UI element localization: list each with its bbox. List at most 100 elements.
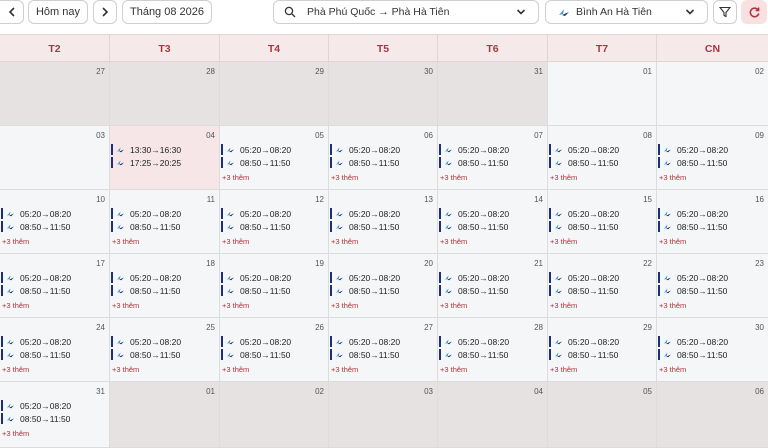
- more-trips-link[interactable]: +3 thêm: [440, 173, 467, 182]
- trip-item[interactable]: 08:50→11:50: [221, 221, 290, 232]
- day-cell[interactable]: 07 05:20→08:20 08:50→11:50 +3 thêm: [438, 126, 548, 190]
- trip-item[interactable]: 08:50→11:50: [658, 157, 727, 168]
- more-trips-link[interactable]: +3 thêm: [440, 301, 467, 310]
- trip-item[interactable]: 08:50→11:50: [658, 285, 727, 296]
- trip-item[interactable]: 05:20→08:20: [549, 336, 619, 347]
- day-cell[interactable]: 23 05:20→08:20 08:50→11:50 +3 thêm: [657, 254, 768, 318]
- trip-item[interactable]: 08:50→11:50: [111, 349, 180, 360]
- day-cell[interactable]: 15 05:20→08:20 08:50→11:50 +3 thêm: [548, 190, 657, 254]
- trip-item[interactable]: 05:20→08:20: [658, 272, 728, 283]
- trip-item[interactable]: 08:50→11:50: [439, 285, 508, 296]
- trip-item[interactable]: 08:50→11:50: [439, 157, 508, 168]
- trip-item[interactable]: 17:25→20:25: [111, 157, 181, 168]
- trip-item[interactable]: 05:20→08:20: [549, 272, 619, 283]
- trip-item[interactable]: 08:50→11:50: [549, 157, 618, 168]
- more-trips-link[interactable]: +3 thêm: [2, 237, 29, 246]
- trip-item[interactable]: 05:20→08:20: [549, 208, 619, 219]
- more-trips-link[interactable]: +3 thêm: [440, 237, 467, 246]
- trip-item[interactable]: 08:50→11:50: [658, 221, 727, 232]
- trip-item[interactable]: 05:20→08:20: [658, 336, 728, 347]
- trip-item[interactable]: 05:20→08:20: [1, 208, 71, 219]
- trip-item[interactable]: 08:50→11:50: [549, 221, 618, 232]
- more-trips-link[interactable]: +3 thêm: [2, 301, 29, 310]
- day-cell[interactable]: 17 05:20→08:20 08:50→11:50 +3 thêm: [0, 254, 110, 318]
- more-trips-link[interactable]: +3 thêm: [331, 301, 358, 310]
- more-trips-link[interactable]: +3 thêm: [659, 301, 686, 310]
- day-cell[interactable]: 27: [0, 62, 110, 126]
- trip-item[interactable]: 08:50→11:50: [1, 349, 70, 360]
- day-cell[interactable]: 05: [548, 382, 657, 448]
- day-cell[interactable]: 20 05:20→08:20 08:50→11:50 +3 thêm: [329, 254, 438, 318]
- trip-item[interactable]: 05:20→08:20: [439, 208, 509, 219]
- trip-item[interactable]: 08:50→11:50: [330, 221, 399, 232]
- previous-month-button[interactable]: [0, 0, 24, 24]
- trip-item[interactable]: 08:50→11:50: [1, 413, 70, 424]
- day-cell[interactable]: 31 05:20→08:20 08:50→11:50 +3 thêm: [0, 382, 110, 448]
- day-cell[interactable]: 16 05:20→08:20 08:50→11:50 +3 thêm: [657, 190, 768, 254]
- trip-item[interactable]: 05:20→08:20: [111, 272, 181, 283]
- day-cell[interactable]: 27 05:20→08:20 08:50→11:50 +3 thêm: [329, 318, 438, 382]
- trip-item[interactable]: 05:20→08:20: [439, 272, 509, 283]
- more-trips-link[interactable]: +3 thêm: [222, 365, 249, 374]
- day-cell[interactable]: 14 05:20→08:20 08:50→11:50 +3 thêm: [438, 190, 548, 254]
- trip-item[interactable]: 13:30→16:30: [111, 144, 181, 155]
- trip-item[interactable]: 05:20→08:20: [221, 272, 291, 283]
- today-button[interactable]: Hôm nay: [28, 0, 88, 24]
- trip-item[interactable]: 05:20→08:20: [330, 208, 400, 219]
- more-trips-link[interactable]: +3 thêm: [550, 301, 577, 310]
- trip-item[interactable]: 08:50→11:50: [330, 157, 399, 168]
- day-cell[interactable]: 01: [548, 62, 657, 126]
- trip-item[interactable]: 05:20→08:20: [221, 144, 291, 155]
- day-cell[interactable]: 25 05:20→08:20 08:50→11:50 +3 thêm: [110, 318, 220, 382]
- more-trips-link[interactable]: +3 thêm: [222, 173, 249, 182]
- trip-item[interactable]: 08:50→11:50: [1, 221, 70, 232]
- more-trips-link[interactable]: +3 thêm: [659, 365, 686, 374]
- day-cell[interactable]: 06: [657, 382, 768, 448]
- more-trips-link[interactable]: +3 thêm: [2, 365, 29, 374]
- filter-button[interactable]: [713, 0, 737, 24]
- trip-item[interactable]: 05:20→08:20: [1, 272, 71, 283]
- day-cell[interactable]: 12 05:20→08:20 08:50→11:50 +3 thêm: [220, 190, 329, 254]
- trip-item[interactable]: 05:20→08:20: [111, 336, 181, 347]
- trip-item[interactable]: 05:20→08:20: [439, 144, 509, 155]
- trip-item[interactable]: 08:50→11:50: [221, 349, 290, 360]
- trip-item[interactable]: 05:20→08:20: [658, 208, 728, 219]
- more-trips-link[interactable]: +3 thêm: [112, 301, 139, 310]
- next-month-button[interactable]: [93, 0, 117, 24]
- day-cell[interactable]: 18 05:20→08:20 08:50→11:50 +3 thêm: [110, 254, 220, 318]
- more-trips-link[interactable]: +3 thêm: [331, 173, 358, 182]
- trip-item[interactable]: 05:20→08:20: [221, 208, 291, 219]
- day-cell[interactable]: 06 05:20→08:20 08:50→11:50 +3 thêm: [329, 126, 438, 190]
- day-cell[interactable]: 03: [329, 382, 438, 448]
- trip-item[interactable]: 08:50→11:50: [1, 285, 70, 296]
- more-trips-link[interactable]: +3 thêm: [112, 237, 139, 246]
- trip-item[interactable]: 05:20→08:20: [330, 272, 400, 283]
- day-cell[interactable]: 30: [329, 62, 438, 126]
- day-cell[interactable]: 02: [657, 62, 768, 126]
- day-cell[interactable]: 02: [220, 382, 329, 448]
- more-trips-link[interactable]: +3 thêm: [659, 237, 686, 246]
- more-trips-link[interactable]: +3 thêm: [331, 365, 358, 374]
- day-cell[interactable]: 03: [0, 126, 110, 190]
- day-cell[interactable]: 11 05:20→08:20 08:50→11:50 +3 thêm: [110, 190, 220, 254]
- refresh-button[interactable]: [741, 0, 767, 24]
- more-trips-link[interactable]: +3 thêm: [331, 237, 358, 246]
- day-cell[interactable]: 31: [438, 62, 548, 126]
- trip-item[interactable]: 05:20→08:20: [111, 208, 181, 219]
- trip-item[interactable]: 08:50→11:50: [549, 285, 618, 296]
- trip-item[interactable]: 08:50→11:50: [439, 349, 508, 360]
- trip-item[interactable]: 08:50→11:50: [111, 221, 180, 232]
- trip-item[interactable]: 08:50→11:50: [111, 285, 180, 296]
- day-cell[interactable]: 19 05:20→08:20 08:50→11:50 +3 thêm: [220, 254, 329, 318]
- day-cell[interactable]: 08 05:20→08:20 08:50→11:50 +3 thêm: [548, 126, 657, 190]
- day-cell[interactable]: 28: [110, 62, 220, 126]
- more-trips-link[interactable]: +3 thêm: [222, 237, 249, 246]
- trip-item[interactable]: 08:50→11:50: [658, 349, 727, 360]
- day-cell[interactable]: 30 05:20→08:20 08:50→11:50 +3 thêm: [657, 318, 768, 382]
- day-cell[interactable]: 04 13:30→16:30 17:25→20:25: [110, 126, 220, 190]
- trip-item[interactable]: 05:20→08:20: [549, 144, 619, 155]
- day-cell[interactable]: 10 05:20→08:20 08:50→11:50 +3 thêm: [0, 190, 110, 254]
- trip-item[interactable]: 05:20→08:20: [221, 336, 291, 347]
- trip-item[interactable]: 08:50→11:50: [221, 157, 290, 168]
- day-cell[interactable]: 05 05:20→08:20 08:50→11:50 +3 thêm: [220, 126, 329, 190]
